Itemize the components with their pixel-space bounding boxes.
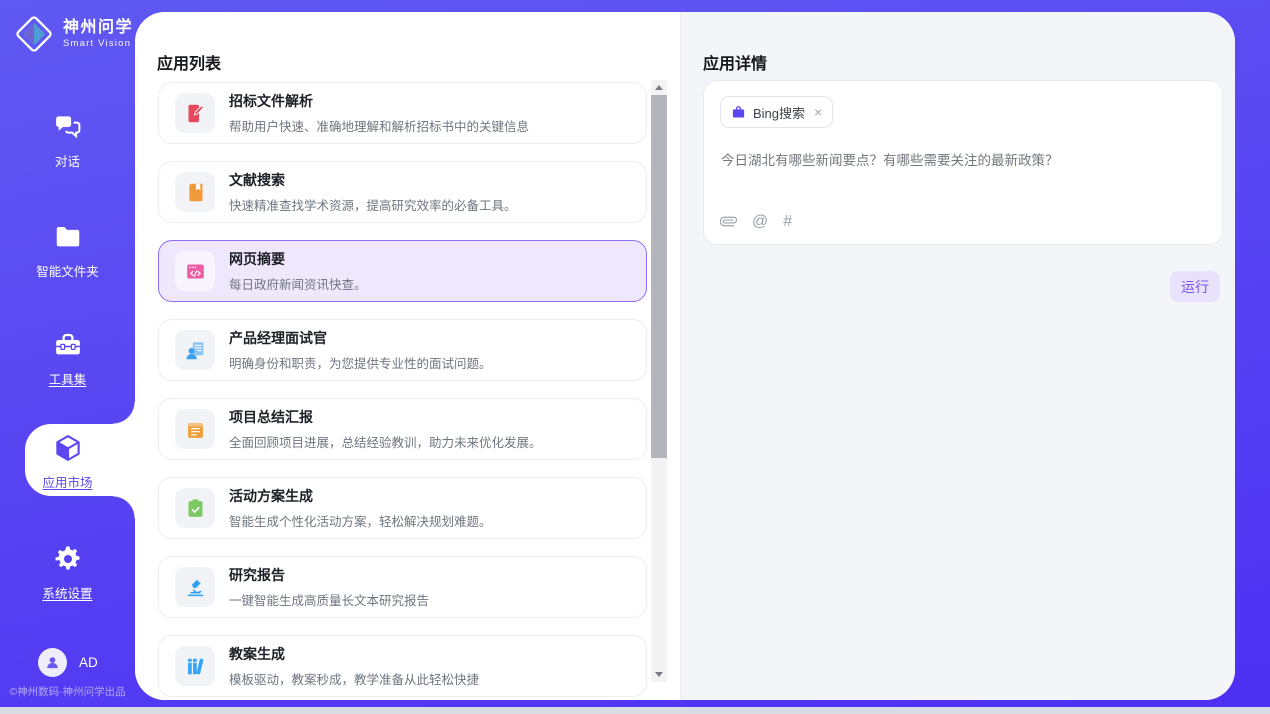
brand-logo-icon	[13, 13, 55, 55]
close-icon[interactable]: ×	[814, 105, 822, 119]
scrollbar[interactable]	[651, 80, 667, 682]
app-card-literature-search[interactable]: 文献搜索 快速精准查找学术资源，提高研究效率的必备工具。	[158, 161, 647, 223]
app-title: 网页摘要	[229, 249, 367, 269]
sidebar-item-app-market[interactable]: 应用市场	[0, 433, 135, 491]
user-profile[interactable]: AD	[38, 648, 98, 677]
books-icon	[175, 646, 215, 686]
toolbox-icon	[53, 330, 83, 360]
run-button[interactable]: 运行	[1170, 271, 1220, 302]
sidebar-item-toolset[interactable]: 工具集	[0, 330, 135, 388]
sidebar-item-system-settings[interactable]: 系统设置	[0, 544, 135, 602]
interviewer-icon	[175, 330, 215, 370]
tool-tag-label: Bing搜索	[753, 103, 805, 122]
sidebar-item-chat[interactable]: 对话	[0, 112, 135, 170]
microscope-icon	[175, 567, 215, 607]
app-desc: 每日政府新闻资讯快查。	[229, 274, 367, 293]
app-desc: 模板驱动，教案秒成，教学准备从此轻松快捷	[229, 669, 479, 688]
clipboard-check-icon	[175, 488, 215, 528]
avatar	[38, 648, 67, 677]
brand-subtitle: Smart Vision	[63, 38, 133, 49]
app-desc: 快速精准查找学术资源，提高研究效率的必备工具。	[229, 195, 517, 214]
scrollbar-down-arrow-icon[interactable]	[651, 667, 667, 682]
app-list-panel: 应用列表 招标文件解析 帮助用户快速、准确地理解和解析招标书中的关键信息	[135, 12, 680, 700]
app-card-pm-interviewer[interactable]: 产品经理面试官 明确身份和职责，为您提供专业性的面试问题。	[158, 319, 647, 381]
app-card-project-summary[interactable]: 项目总结汇报 全面回顾项目进展，总结经验教训，助力未来优化发展。	[158, 398, 647, 460]
sidebar-item-label: 智能文件夹	[36, 261, 99, 280]
app-desc: 一键智能生成高质量长文本研究报告	[229, 590, 429, 609]
app-detail-panel: 应用详情 Bing搜索 × 今日湖北有哪些新闻要点？有哪些需要关注的最新政策？	[680, 12, 1235, 700]
window-bottom-edge	[0, 707, 1270, 714]
main-content: 应用列表 招标文件解析 帮助用户快速、准确地理解和解析招标书中的关键信息	[135, 12, 1235, 700]
webpage-code-icon	[175, 251, 215, 291]
app-title: 研究报告	[229, 565, 429, 585]
book-icon	[175, 172, 215, 212]
app-title: 招标文件解析	[229, 91, 529, 111]
briefcase-icon	[731, 105, 746, 120]
at-sign-icon[interactable]: @	[752, 214, 768, 230]
memo-icon	[175, 409, 215, 449]
app-desc: 全面回顾项目进展，总结经验教训，助力未来优化发展。	[229, 432, 542, 451]
sidebar-item-label: 应用市场	[42, 472, 92, 491]
chat-icon	[53, 112, 83, 142]
active-nav-curve-top	[113, 402, 135, 424]
app-title: 教案生成	[229, 644, 479, 664]
composer-toolbar: @ #	[720, 213, 792, 230]
query-input[interactable]: 今日湖北有哪些新闻要点？有哪些需要关注的最新政策？	[721, 151, 1206, 171]
app-desc: 帮助用户快速、准确地理解和解析招标书中的关键信息	[229, 116, 529, 135]
sidebar-item-label: 工具集	[49, 369, 87, 388]
sidebar-item-label: 对话	[55, 151, 80, 170]
active-nav-curve-bottom	[113, 496, 135, 518]
brand: 神州问学 Smart Vision	[13, 13, 133, 55]
app-title: 文献搜索	[229, 170, 517, 190]
sidebar-item-label: 系统设置	[42, 583, 92, 602]
tool-tag-bing-search[interactable]: Bing搜索 ×	[720, 96, 833, 128]
document-pen-icon	[175, 93, 215, 133]
app-card-event-plan[interactable]: 活动方案生成 智能生成个性化活动方案，轻松解决规划难题。	[158, 477, 647, 539]
app-list: 招标文件解析 帮助用户快速、准确地理解和解析招标书中的关键信息 文献搜索 快速精…	[158, 82, 647, 697]
sidebar-item-smart-folder[interactable]: 智能文件夹	[0, 222, 135, 280]
folder-icon	[53, 222, 83, 252]
app-title: 产品经理面试官	[229, 328, 492, 348]
scrollbar-thumb[interactable]	[651, 95, 667, 458]
brand-name: 神州问学	[63, 19, 133, 37]
app-title: 活动方案生成	[229, 486, 492, 506]
paperclip-icon[interactable]	[720, 213, 737, 230]
prompt-card: Bing搜索 × 今日湖北有哪些新闻要点？有哪些需要关注的最新政策？ @ #	[703, 80, 1223, 245]
app-desc: 智能生成个性化活动方案，轻松解决规划难题。	[229, 511, 492, 530]
app-card-web-summary[interactable]: 网页摘要 每日政府新闻资讯快查。	[158, 240, 647, 302]
cube-icon	[53, 433, 83, 463]
app-title: 项目总结汇报	[229, 407, 542, 427]
copyright-text: ©神州数码·神州问学出品	[0, 684, 135, 699]
user-icon	[44, 654, 61, 671]
app-card-tender-parse[interactable]: 招标文件解析 帮助用户快速、准确地理解和解析招标书中的关键信息	[158, 82, 647, 144]
user-initials: AD	[79, 655, 98, 670]
scrollbar-up-arrow-icon[interactable]	[651, 80, 667, 95]
gear-icon	[53, 544, 83, 574]
app-card-research-report[interactable]: 研究报告 一键智能生成高质量长文本研究报告	[158, 556, 647, 618]
app-list-title: 应用列表	[157, 50, 221, 74]
app-desc: 明确身份和职责，为您提供专业性的面试问题。	[229, 353, 492, 372]
hash-icon[interactable]: #	[783, 214, 792, 230]
app-card-lesson-plan[interactable]: 教案生成 模板驱动，教案秒成，教学准备从此轻松快捷	[158, 635, 647, 697]
app-detail-title: 应用详情	[703, 50, 767, 74]
